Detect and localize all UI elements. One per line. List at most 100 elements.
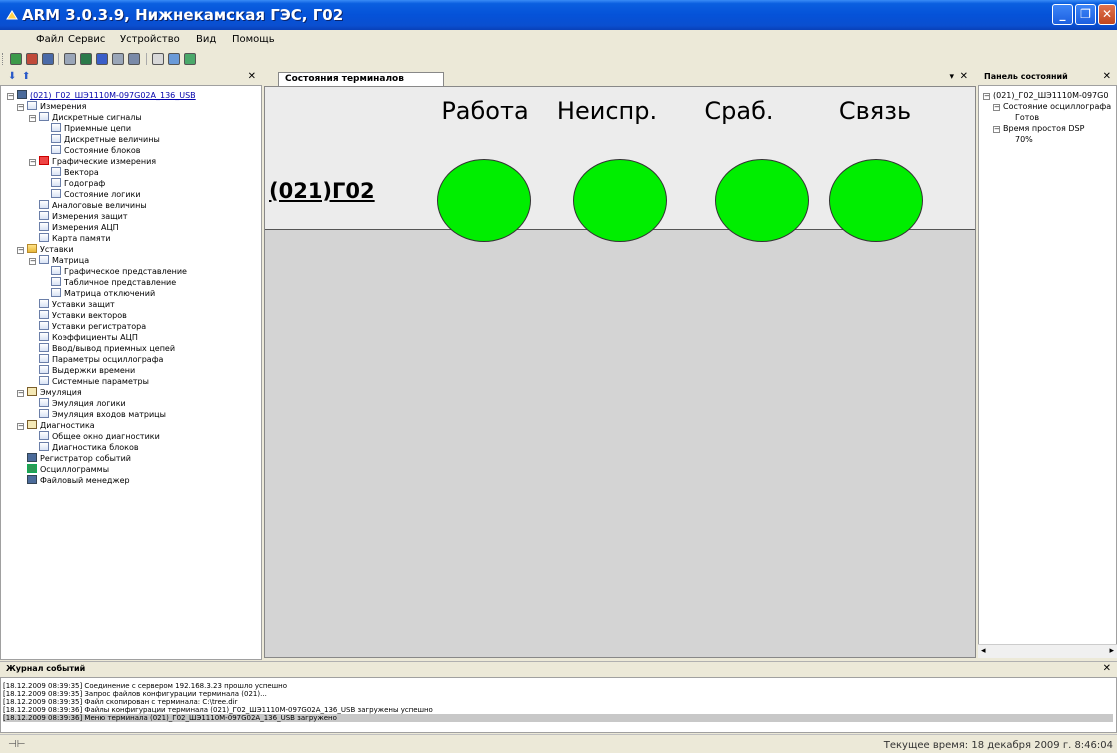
tree-panel-close-icon[interactable]: ✕ [248,71,256,82]
tree-item[interactable]: Измерения АЦП [39,222,119,233]
tree-item[interactable]: Аналоговые величины [39,200,147,211]
refresh-icon[interactable] [80,53,92,65]
collapse-icon[interactable]: − [17,390,24,397]
tree-item[interactable]: Уставки защит [39,299,115,310]
tab-close-icon[interactable]: ✕ [960,71,968,82]
discrete-icon [39,112,49,121]
tree-item[interactable]: Состояние логики [51,189,141,200]
tree-item[interactable]: − Измерения [17,101,86,112]
tree-item[interactable]: Общее окно диагностики [39,431,160,442]
chart-icon[interactable] [96,53,108,65]
tree-item[interactable]: Осциллограммы [27,464,109,475]
menu-file[interactable]: Файл [36,34,64,45]
log-row[interactable]: [18.12.2009 08:39:35] Соединение с серве… [3,682,1113,690]
menu-service[interactable]: Сервис [68,34,105,45]
tree-item[interactable]: − Диагностика [17,420,95,431]
tree-item[interactable]: Выдержки времени [39,365,135,376]
tree-item[interactable]: Коэффициенты АЦП [39,332,138,343]
tree-item[interactable]: Вектора [51,167,99,178]
table-icon [39,431,49,440]
table-icon [39,376,49,385]
tree-item[interactable]: Уставки регистратора [39,321,146,332]
table-icon [39,365,49,374]
tree-item[interactable]: Состояние блоков [51,145,141,156]
tree-item[interactable]: Измерения защит [39,211,128,222]
close-button[interactable]: ✕ [1098,4,1116,25]
status-root[interactable]: − (021)_Г02_ШЭ1110М-097G0 [983,90,1108,101]
status-bar: ⊣⊢ Текущее время: 18 декабря 2009 г. 8:4… [0,734,1117,753]
copy-icon[interactable] [152,53,164,65]
tree-item[interactable]: Приемные цепи [51,123,131,134]
window-icon[interactable] [112,53,124,65]
tree-item[interactable]: Годограф [51,178,105,189]
tree-item[interactable]: Эмуляция входов матрицы [39,409,166,420]
export-icon[interactable] [168,53,180,65]
tree-root[interactable]: − (021)_Г02_ШЭ1110М-097G02A_136_USB [7,90,196,101]
tab-terminal-states[interactable]: Состояния терминалов [278,72,444,86]
tree-item[interactable]: Системные параметры [39,376,149,387]
connect-icon[interactable] [10,53,22,65]
collapse-icon[interactable]: − [29,159,36,166]
tree-item[interactable]: Уставки векторов [39,310,127,321]
disconnect-icon[interactable] [26,53,38,65]
minimize-button[interactable]: _ [1052,4,1073,25]
tree-item[interactable]: − Матрица [29,255,89,266]
terminal-link[interactable]: (021)Г02 [269,179,375,203]
log-row-selected[interactable]: [18.12.2009 08:39:36] Меню терминала (02… [3,714,1113,722]
event-log-close-icon[interactable]: ✕ [1103,663,1111,674]
tree-item[interactable]: Файловый менеджер [27,475,130,486]
collapse-icon[interactable]: − [17,247,24,254]
horizontal-scrollbar[interactable]: ◂ ▸ [978,644,1117,658]
maximize-button[interactable]: ❐ [1075,4,1096,25]
tree-item[interactable]: − Графические измерения [29,156,156,167]
scroll-left-icon[interactable]: ◂ [981,646,986,656]
tree-item[interactable]: Регистратор событий [27,453,131,464]
tree-item[interactable]: − Уставки [17,244,74,255]
tree-item[interactable]: Матрица отключений [51,288,155,299]
menu-help[interactable]: Помощь [232,34,275,45]
terminal-icon[interactable] [42,53,54,65]
table-icon [39,354,49,363]
tree-item[interactable]: Диагностика блоков [39,442,139,453]
tree-item[interactable]: − Эмуляция [17,387,82,398]
table-icon [51,189,61,198]
status-panel-close-icon[interactable]: ✕ [1103,71,1111,82]
toolbar-grip[interactable] [2,53,5,65]
log-row[interactable]: [18.12.2009 08:39:35] Запрос файлов конф… [3,690,1113,698]
tree-item[interactable]: Табличное представление [51,277,176,288]
collapse-icon[interactable]: − [993,104,1000,111]
tree-item[interactable]: Графическое представление [51,266,187,277]
collapse-icon[interactable]: − [983,93,990,100]
arrow-up-icon[interactable]: ⬆ [22,71,30,82]
event-recorder-icon [27,453,37,462]
collapse-icon[interactable]: − [17,104,24,111]
table-icon[interactable] [64,53,76,65]
collapse-icon[interactable]: − [17,423,24,430]
tree-item[interactable]: Карта памяти [39,233,111,244]
status-panel-header: Панель состояний ✕ [978,70,1117,85]
layout-icon[interactable] [128,53,140,65]
log-row[interactable]: [18.12.2009 08:39:35] Файл скопирован с … [3,698,1113,706]
status-item-dsp[interactable]: − Время простоя DSP [993,123,1084,134]
toolbar-separator [58,53,59,65]
log-row[interactable]: [18.12.2009 08:39:36] Файлы конфигурации… [3,706,1113,714]
arrow-down-icon[interactable]: ⬇ [8,71,16,82]
collapse-icon[interactable]: − [29,115,36,122]
tree-item[interactable]: Дискретные величины [51,134,160,145]
menu-device[interactable]: Устройство [120,34,180,45]
status-item-oscillograph[interactable]: − Состояние осциллографа [993,101,1111,112]
column-fault-label: Неиспр. [556,97,658,125]
scroll-right-icon[interactable]: ▸ [1109,646,1114,656]
settings-icon[interactable] [184,53,196,65]
chevron-down-icon[interactable]: ▾ [949,72,954,82]
collapse-icon[interactable]: − [993,126,1000,133]
graph-icon [39,156,49,165]
table-icon [39,222,49,231]
tree-item[interactable]: − Дискретные сигналы [29,112,142,123]
collapse-icon[interactable]: − [29,258,36,265]
tree-item[interactable]: Ввод/вывод приемных цепей [39,343,175,354]
collapse-icon[interactable]: − [7,93,14,100]
tree-item[interactable]: Параметры осциллографа [39,354,163,365]
menu-view[interactable]: Вид [196,34,216,45]
tree-item[interactable]: Эмуляция логики [39,398,126,409]
